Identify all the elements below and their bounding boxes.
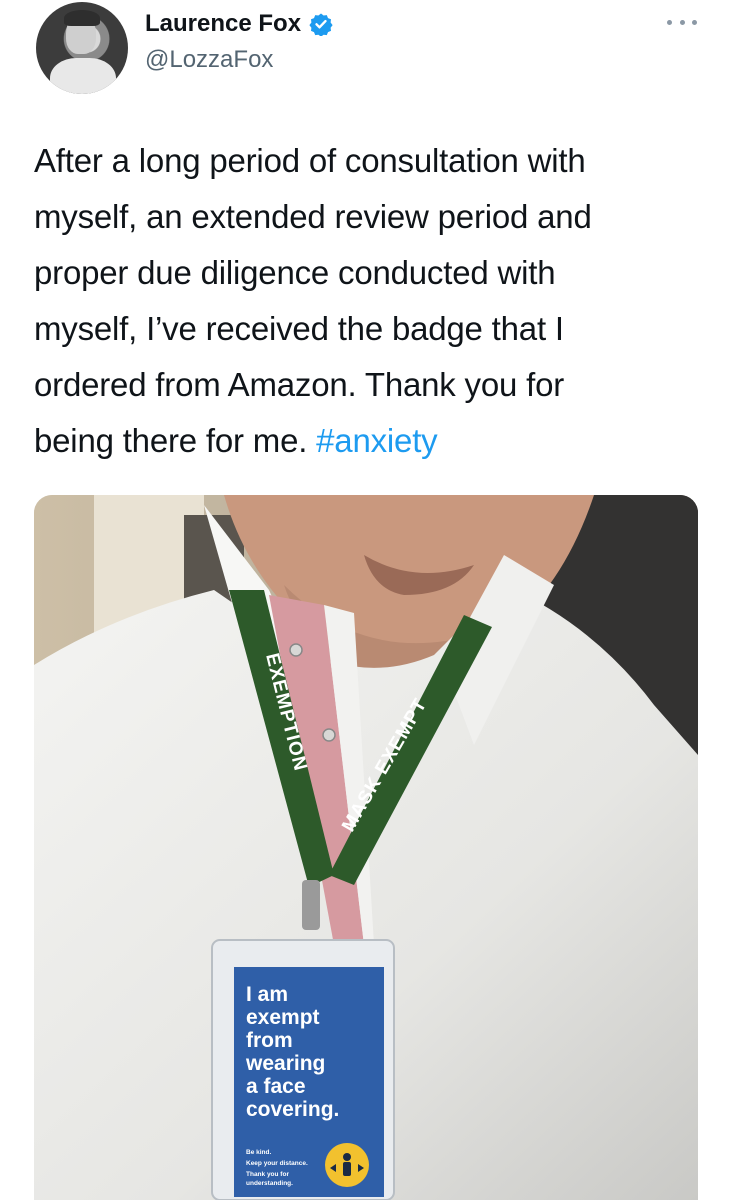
- photo-illustration: EXEMPTION MASK EXEMPT I am exempt from w…: [34, 495, 698, 1200]
- tweet-text-line-last: being there for me. #anxiety: [34, 413, 704, 469]
- badge-line: I am: [246, 983, 288, 1006]
- badge-small-line: understanding.: [246, 1180, 293, 1187]
- tweet-photo[interactable]: EXEMPTION MASK EXEMPT I am exempt from w…: [34, 495, 698, 1200]
- badge-small-line: Thank you for: [246, 1171, 289, 1178]
- author-handle[interactable]: @LozzaFox: [145, 46, 273, 74]
- author-name-row: Laurence Fox: [145, 10, 333, 38]
- badge-line: exempt: [246, 1006, 320, 1029]
- badge-line: a face: [246, 1075, 306, 1098]
- avatar[interactable]: [36, 2, 128, 94]
- tweet-text-line: being there for me.: [34, 422, 317, 459]
- tweet-text-line: myself, I’ve received the badge that I: [34, 310, 564, 347]
- tweet-text-line: ordered from Amazon. Thank you for: [34, 366, 565, 403]
- tweet-text: After a long period of consultation with…: [34, 133, 704, 469]
- more-options-icon[interactable]: [667, 12, 697, 32]
- badge-small-line: Be kind.: [246, 1149, 271, 1156]
- author-display-name[interactable]: Laurence Fox: [145, 10, 301, 38]
- badge-small-line: Keep your distance.: [246, 1160, 308, 1167]
- badge-line: covering.: [246, 1098, 339, 1121]
- hashtag-link[interactable]: #anxiety: [316, 422, 438, 459]
- tweet-text-line: myself, an extended review period and: [34, 198, 592, 235]
- tweet-text-line: proper due diligence conducted with: [34, 254, 556, 291]
- badge-line: from: [246, 1029, 293, 1052]
- tweet-text-line: After a long period of consultation with: [34, 142, 586, 179]
- verified-badge-icon: [309, 13, 333, 36]
- badge-line: wearing: [245, 1052, 325, 1075]
- tweet-header: Laurence Fox @LozzaFox: [0, 0, 732, 110]
